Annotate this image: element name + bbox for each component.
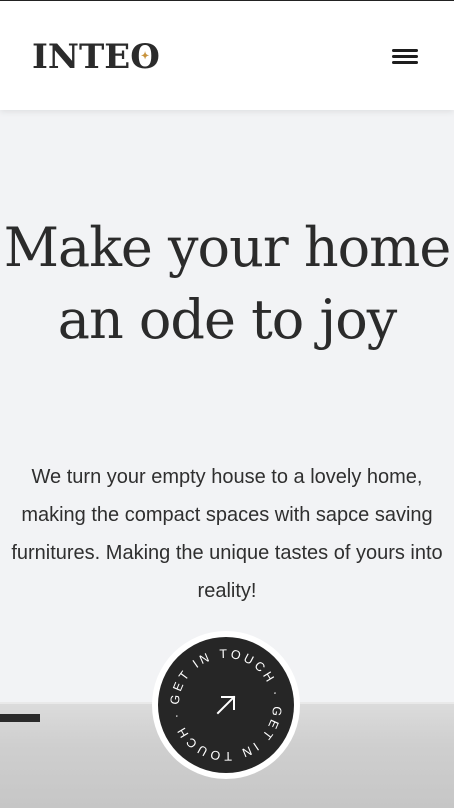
menu-line (392, 49, 418, 52)
hamburger-menu-icon[interactable] (392, 46, 418, 66)
site-header: INT E O ✦ (0, 0, 454, 110)
hero-title: Make your home an ode to joy (3, 216, 452, 351)
menu-line (392, 55, 418, 58)
logo[interactable]: INT E O ✦ (32, 37, 160, 77)
get-in-touch-button[interactable]: GET IN TOUCH · GET IN TOUCH · (152, 631, 300, 779)
logo-text-prefix: INT (32, 37, 105, 77)
hero-description: We turn your empty house to a lovely hom… (11, 466, 443, 602)
arrow-up-right-icon (216, 695, 236, 715)
logo-spark-icon: ✦ (140, 51, 150, 62)
menu-line (392, 61, 418, 64)
logo-o: O ✦ (130, 37, 160, 77)
cta-graphic: GET IN TOUCH · GET IN TOUCH · (168, 647, 281, 763)
logo-text-e: E (104, 37, 131, 77)
